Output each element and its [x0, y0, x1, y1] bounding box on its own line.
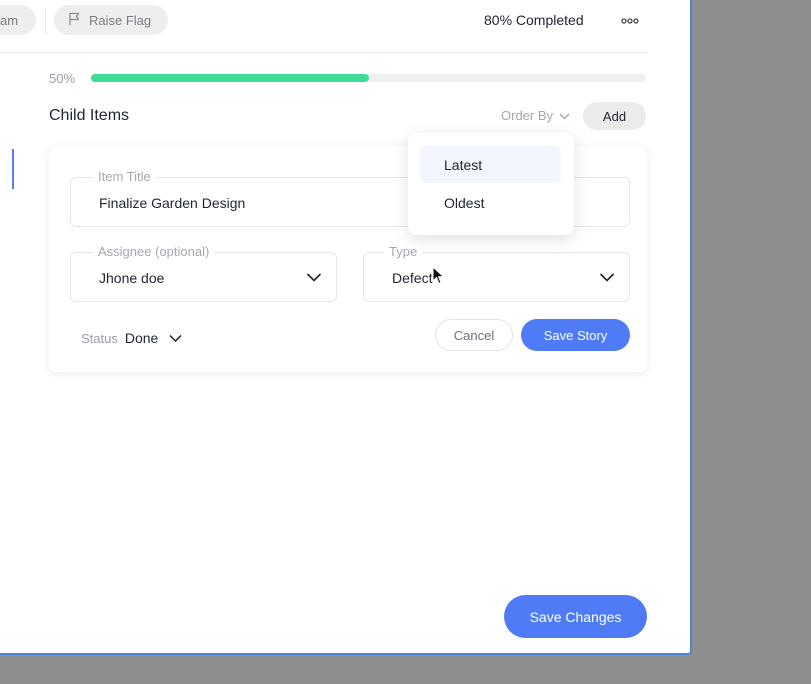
progress-label: 50% [49, 71, 76, 86]
status-label: Status [81, 330, 118, 346]
save-changes-button[interactable]: Save Changes [504, 595, 647, 638]
order-by-dropdown[interactable]: Order By [501, 108, 570, 123]
team-chip-label: am [0, 12, 19, 28]
section-title: Child Items [49, 107, 130, 124]
chevron-down-icon [599, 270, 615, 284]
status-value: Done [124, 330, 159, 346]
flag-icon [68, 12, 81, 29]
more-dots-icon [621, 11, 639, 29]
order-option-oldest[interactable]: Oldest [420, 184, 561, 221]
progress-bar-fill [91, 74, 369, 82]
item-title-label: Item Title [93, 169, 156, 184]
selection-indicator [12, 149, 14, 189]
progress-bar [91, 74, 646, 82]
header-divider [0, 52, 648, 53]
order-by-label: Order By [501, 108, 554, 123]
toolbar-divider [45, 8, 46, 34]
chevron-down-icon [306, 270, 322, 284]
cancel-button[interactable]: Cancel [435, 319, 513, 351]
item-title-value: Finalize Garden Design [99, 195, 246, 211]
raise-flag-label: Raise Flag [89, 12, 152, 28]
mouse-cursor-icon [432, 265, 446, 286]
save-story-button[interactable]: Save Story [521, 319, 630, 351]
order-by-menu: Latest Oldest [408, 133, 574, 235]
assignee-label: Assignee (optional) [93, 244, 215, 259]
type-select[interactable]: Type Defect [363, 244, 630, 302]
more-options-button[interactable] [618, 10, 642, 30]
assignee-value: Jhone doe [99, 270, 165, 286]
raise-flag-button[interactable]: Raise Flag [54, 5, 168, 35]
chevron-down-icon [559, 108, 570, 123]
type-value: Defect [392, 270, 433, 286]
task-detail-panel: am Raise Flag 80% Completed 50% Child It… [0, 0, 692, 655]
assignee-select[interactable]: Assignee (optional) Jhone doe [70, 244, 337, 302]
status-dropdown[interactable]: Status Done [81, 330, 182, 346]
chevron-down-icon [169, 331, 182, 346]
completion-status: 80% Completed [484, 12, 584, 28]
add-child-item-button[interactable]: Add [583, 102, 646, 130]
order-option-latest[interactable]: Latest [420, 146, 561, 183]
type-label: Type [384, 244, 423, 259]
team-chip[interactable]: am [0, 5, 36, 35]
